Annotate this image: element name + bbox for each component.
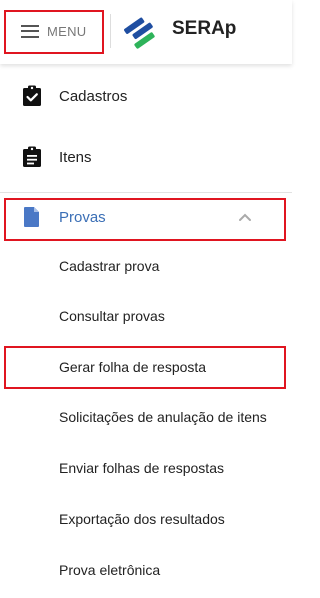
nav-item-itens[interactable]: Itens: [0, 127, 292, 187]
hamburger-icon: [21, 24, 39, 38]
submenu-label: Solicitações de anulação de itens: [59, 409, 267, 425]
submenu-item-solicitacoes-anulacao[interactable]: Solicitações de anulação de itens: [0, 395, 292, 439]
chevron-up-icon[interactable]: [238, 212, 252, 222]
submenu-item-exportacao-resultados[interactable]: Exportação dos resultados: [0, 497, 292, 541]
nav-item-provas[interactable]: Provas: [0, 187, 292, 247]
submenu-label: Cadastrar prova: [59, 258, 160, 274]
submenu-label: Consultar provas: [59, 308, 165, 324]
app-brand-name: SERAp: [172, 18, 237, 39]
submenu-label: Prova eletrônica: [59, 562, 161, 578]
clipboard-check-icon: [23, 85, 41, 106]
nav-label-provas: Provas: [59, 208, 106, 226]
serap-logo-icon: [124, 17, 155, 49]
submenu-item-consultar-provas[interactable]: Consultar provas: [0, 294, 292, 338]
submenu-item-prova-eletronica[interactable]: Prova eletrônica: [0, 548, 292, 592]
submenu-label: Exportação dos resultados: [59, 511, 225, 527]
header-divider: [110, 14, 111, 48]
menu-button-label: MENU: [47, 23, 87, 39]
submenu-item-gerar-folha-de-resposta[interactable]: Gerar folha de resposta: [0, 345, 292, 389]
nav-item-cadastros[interactable]: Cadastros: [0, 66, 292, 126]
nav-label-cadastros: Cadastros: [59, 87, 128, 105]
nav-label-itens: Itens: [59, 148, 92, 166]
clipboard-list-icon: [23, 146, 41, 167]
menu-button[interactable]: MENU: [6, 9, 104, 53]
submenu-item-cadastrar-prova[interactable]: Cadastrar prova: [0, 244, 292, 288]
submenu-item-enviar-folhas[interactable]: Enviar folhas de respostas: [0, 446, 292, 490]
top-app-bar: MENU SERAp: [0, 0, 292, 64]
document-icon: [24, 207, 39, 227]
submenu-label: Gerar folha de resposta: [59, 359, 207, 375]
submenu-label: Enviar folhas de respostas: [59, 460, 224, 476]
